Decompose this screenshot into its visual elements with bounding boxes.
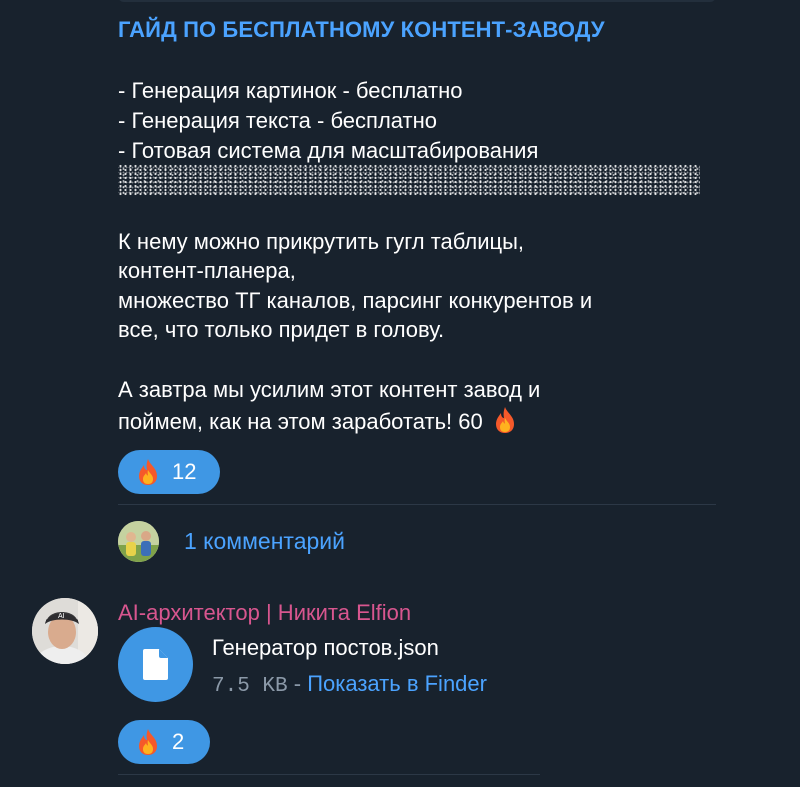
file-download-button[interactable] [118, 627, 193, 702]
divider [118, 774, 540, 775]
file-meta: 7.5 KB - Показать в Finder [212, 671, 487, 698]
fire-icon [139, 729, 157, 755]
file-size: 7.5 KB [212, 675, 288, 698]
post-line: поймем, как на этом заработать! 60 [118, 409, 483, 434]
reaction-fire-button[interactable]: 12 [118, 450, 220, 494]
author-name[interactable]: AI-архитектор | Никита Elfion [118, 600, 411, 626]
fire-icon [139, 459, 157, 485]
author-avatar[interactable]: AI [32, 598, 98, 664]
post-line: К нему можно прикрутить гугл таблицы, [118, 229, 525, 254]
show-in-finder-link[interactable]: Показать в Finder [307, 671, 487, 696]
reaction-count: 2 [172, 729, 185, 754]
fire-icon [495, 407, 514, 433]
post-line: А завтра мы усилим этот контент завод и [118, 377, 541, 402]
post-line: все, что только придет в голову. [118, 317, 445, 342]
post-title: ГАЙД ПО БЕСПЛАТНОМУ КОНТЕНТ-ЗАВОДУ [118, 17, 605, 42]
post-line: - Генерация текста - бесплатно [118, 108, 437, 133]
post-line: контент-планера, [118, 258, 296, 283]
spoiler-text[interactable] [118, 164, 700, 196]
file-separator: - [287, 671, 308, 696]
divider [118, 504, 716, 505]
post-line-with-emoji: поймем, как на этом заработать! 60 [118, 406, 529, 435]
commenter-avatar [118, 521, 159, 562]
previous-media-bottom [118, 0, 716, 2]
comments-link[interactable]: 1 комментарий [184, 528, 345, 555]
svg-text:AI: AI [58, 613, 65, 620]
file-name[interactable]: Генератор постов.json [212, 635, 439, 661]
reaction-count: 12 [172, 459, 197, 484]
post-line: множество ТГ каналов, парсинг конкуренто… [118, 288, 593, 313]
reaction-fire-button[interactable]: 2 [118, 720, 210, 764]
post-line: - Генерация картинок - бесплатно [118, 78, 463, 103]
post-line: - Готовая система для масштабирования [118, 138, 539, 163]
document-icon [143, 649, 168, 680]
